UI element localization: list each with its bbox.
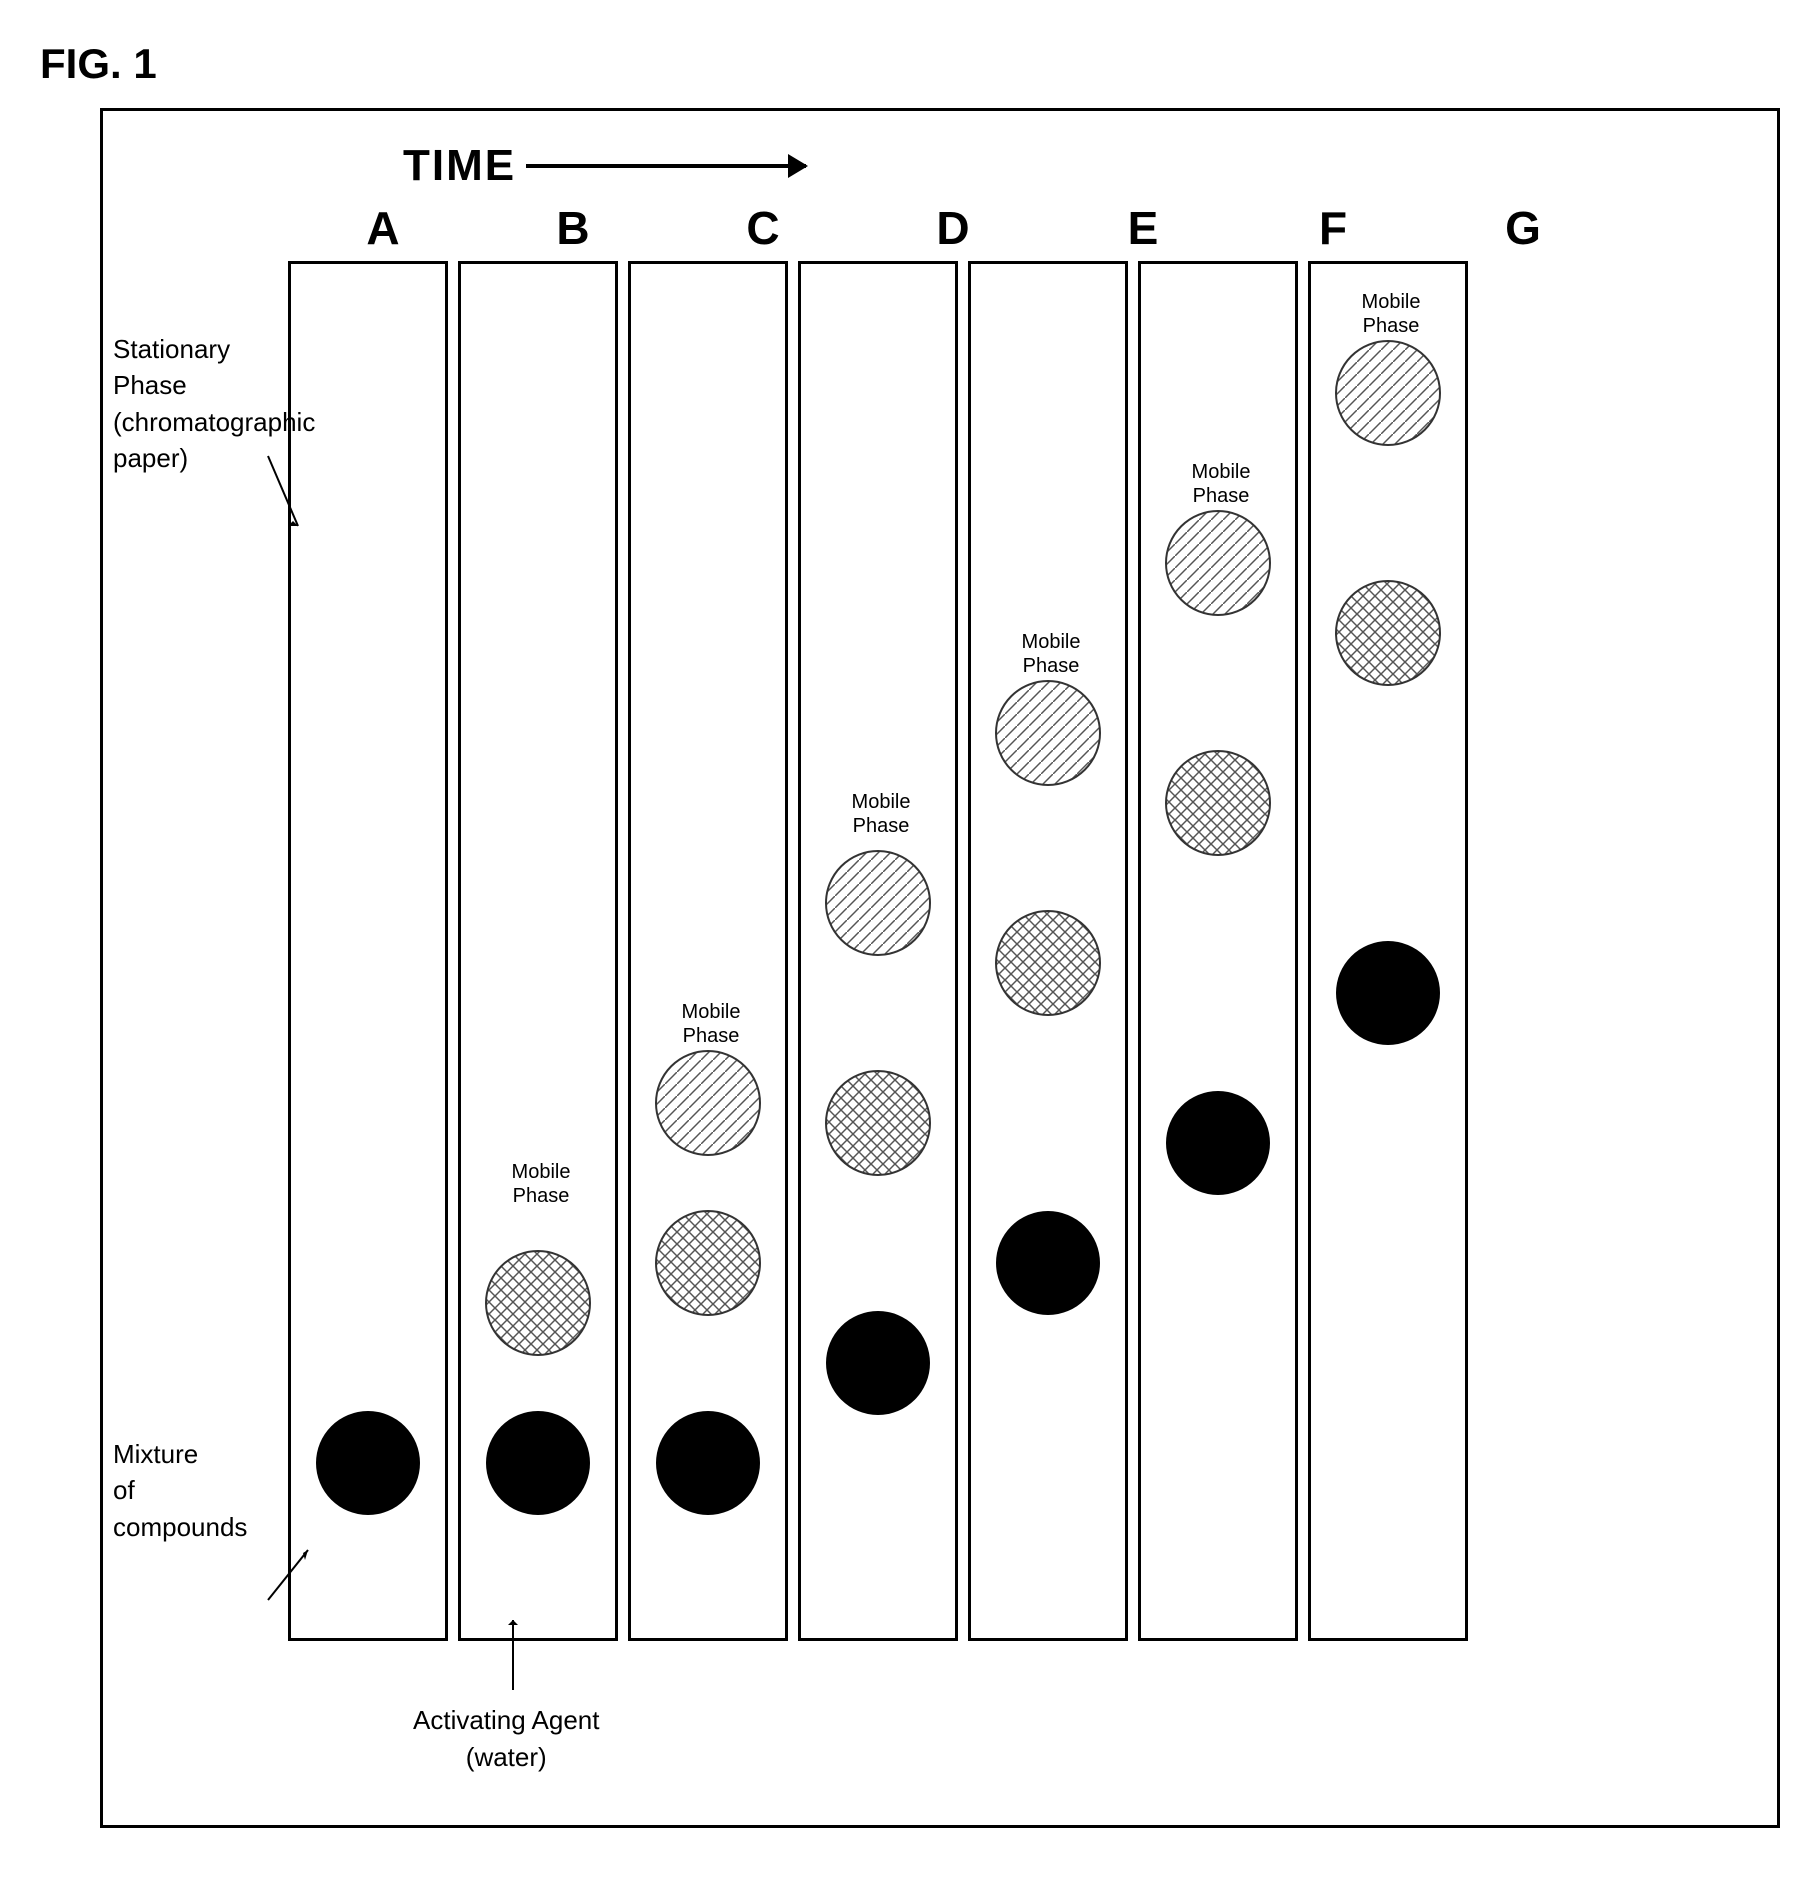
time-arrow <box>526 164 806 168</box>
dot-black-E <box>993 1208 1103 1318</box>
activating-agent-annotation: Activating Agent(water) <box>413 1702 599 1775</box>
column-labels: A B C D E F G <box>288 201 1638 255</box>
activating-agent-arrow <box>498 1615 528 1695</box>
dot-diagonal-F <box>1163 508 1273 618</box>
col-label-B: B <box>478 201 668 255</box>
fig-title: FIG. 1 <box>40 40 1780 88</box>
page: FIG. 1 TIME A B C D E F G <box>0 0 1820 1879</box>
dot-diagonal-C <box>653 1048 763 1158</box>
column-A <box>288 261 448 1641</box>
dot-crosshatch-D <box>823 1068 933 1178</box>
column-F: MobilePhase <box>1138 261 1298 1641</box>
columns-area: MobilePhase Mobi <box>288 261 1468 1641</box>
dot-crosshatch-C <box>653 1208 763 1318</box>
col-label-C: C <box>668 201 858 255</box>
dot-diagonal-E <box>993 678 1103 788</box>
dot-diagonal-D <box>823 848 933 958</box>
col-label-F: F <box>1238 201 1428 255</box>
mobile-phase-label-D-top: MobilePhase <box>811 790 951 838</box>
col-label-D: D <box>858 201 1048 255</box>
column-B: MobilePhase <box>458 261 618 1641</box>
col-label-A: A <box>288 201 478 255</box>
mobile-phase-label-G-top: MobilePhase <box>1321 290 1461 338</box>
column-C: MobilePhase <box>628 261 788 1641</box>
dot-black-F <box>1163 1088 1273 1198</box>
dot-crosshatch-F <box>1163 748 1273 858</box>
mixture-arrow <box>263 1545 313 1605</box>
stationary-phase-arrow <box>263 451 303 531</box>
time-label: TIME <box>403 141 516 191</box>
column-E: MobilePhase <box>968 261 1128 1641</box>
mobile-phase-label-F-top: MobilePhase <box>1151 460 1291 508</box>
dot-black-G <box>1333 938 1443 1048</box>
mobile-phase-label-E-top: MobilePhase <box>981 630 1121 678</box>
col-label-E: E <box>1048 201 1238 255</box>
dot-black-A <box>313 1408 423 1518</box>
dot-black-C <box>653 1408 763 1518</box>
column-D: MobilePhase <box>798 261 958 1641</box>
column-G: MobilePhase <box>1308 261 1468 1641</box>
dot-black-B <box>483 1408 593 1518</box>
mobile-phase-label-C-top: MobilePhase <box>641 1000 781 1048</box>
dot-crosshatch-B <box>483 1248 593 1358</box>
stationary-phase-annotation: Stationary Phase(chromatographicpaper) <box>113 331 273 477</box>
time-arrow-container: TIME <box>403 141 806 191</box>
mobile-phase-label-B: MobilePhase <box>471 1160 611 1208</box>
col-label-G: G <box>1428 201 1618 255</box>
dot-crosshatch-E <box>993 908 1103 1018</box>
dot-crosshatch-G <box>1333 578 1443 688</box>
mixture-annotation: Mixtureof compounds <box>113 1436 273 1545</box>
dot-black-D <box>823 1308 933 1418</box>
dot-diagonal-G <box>1333 338 1443 448</box>
outer-border: TIME A B C D E F G MobilePhase <box>100 108 1780 1828</box>
